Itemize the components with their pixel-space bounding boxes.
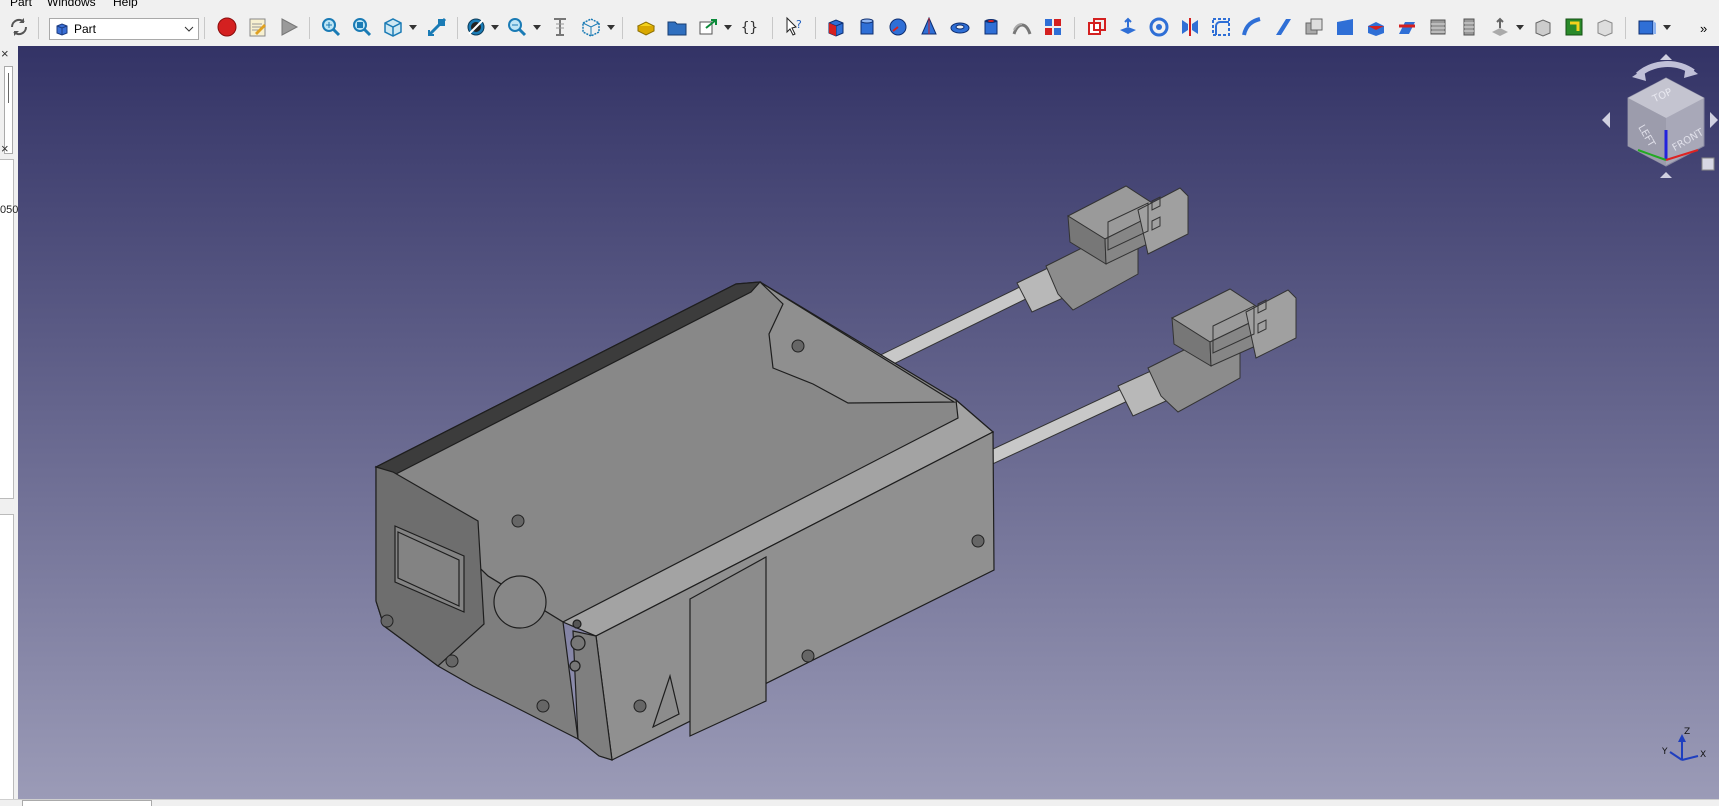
expression-icon[interactable]: {} (738, 14, 764, 40)
thickness-icon[interactable] (1487, 14, 1513, 40)
torus-icon[interactable] (947, 14, 973, 40)
svg-text:{}: {} (741, 20, 758, 36)
part-workbench-icon (55, 22, 69, 39)
close-icon[interactable]: × (1, 46, 9, 61)
chevron-down-icon[interactable] (1515, 14, 1524, 40)
workbench-selector-label: Part (74, 22, 97, 36)
axis-x-label: X (1700, 750, 1706, 760)
sweep-icon[interactable] (1363, 14, 1389, 40)
chevron-down-icon[interactable] (408, 14, 417, 40)
menu-help[interactable]: Help (113, 0, 138, 8)
projection-icon[interactable] (1530, 14, 1556, 40)
macro-run-icon[interactable] (276, 14, 302, 40)
compound-icon[interactable] (1561, 14, 1587, 40)
loft-icon[interactable] (1332, 14, 1358, 40)
navigation-cube[interactable]: TOP LEFT FRONT (1598, 50, 1718, 180)
whats-this-icon[interactable]: ? (782, 14, 808, 40)
refresh-icon[interactable] (6, 14, 32, 40)
fit-all-icon[interactable] (318, 14, 344, 40)
axis-triad: Z X Y (1660, 726, 1714, 776)
menu-part[interactable]: Part (10, 0, 32, 8)
tube-icon[interactable] (978, 14, 1004, 40)
cone-icon[interactable] (916, 14, 942, 40)
fit-selection-icon[interactable] (349, 14, 375, 40)
check-geometry-icon[interactable] (1592, 14, 1618, 40)
main-toolbar: Part {} ? » (0, 8, 1719, 47)
fillet-icon[interactable] (1208, 14, 1234, 40)
chevron-down-icon[interactable] (532, 14, 541, 40)
axis-y-label: Y (1661, 747, 1668, 757)
toolbar-overflow-button[interactable]: » (1700, 21, 1707, 36)
cad-model[interactable] (18, 46, 1719, 799)
menu-bar: Part Windows Help (0, 0, 1719, 8)
chamfer-icon[interactable] (1239, 14, 1265, 40)
chevron-down-icon[interactable] (1662, 14, 1671, 40)
report-panel (0, 514, 14, 805)
measure-icon[interactable] (424, 14, 450, 40)
ruled-surface-icon[interactable] (1301, 14, 1327, 40)
section-icon[interactable] (1394, 14, 1420, 40)
sphere-icon[interactable] (885, 14, 911, 40)
chevron-down-icon[interactable] (723, 14, 732, 40)
mirror-icon[interactable] (1177, 14, 1203, 40)
close-icon[interactable]: × (1, 141, 9, 156)
extrude-icon[interactable] (1115, 14, 1141, 40)
offset-icon[interactable] (1456, 14, 1482, 40)
menu-windows[interactable]: Windows (47, 0, 96, 8)
axis-z-label: Z (1684, 727, 1690, 737)
clipping-plane-icon[interactable] (547, 14, 573, 40)
revolve-icon[interactable] (1146, 14, 1172, 40)
macro-record-icon[interactable] (214, 14, 240, 40)
cylinder-icon[interactable] (854, 14, 880, 40)
usb-cable-lower (977, 288, 1297, 469)
shape-builder-icon[interactable] (1040, 14, 1066, 40)
bounding-box-icon[interactable] (578, 14, 604, 40)
part-icon[interactable] (633, 14, 659, 40)
draw-style-icon[interactable] (463, 14, 489, 40)
document-tab[interactable] (22, 800, 152, 806)
usb-cable-upper (857, 185, 1189, 379)
make-face-icon[interactable] (1270, 14, 1296, 40)
link-icon[interactable] (695, 14, 721, 40)
box-selection-icon[interactable] (1634, 14, 1660, 40)
view-isometric-icon[interactable] (380, 14, 406, 40)
property-value-fragment: 050 (0, 204, 18, 216)
chevron-down-icon (184, 23, 194, 37)
group-icon[interactable] (664, 14, 690, 40)
cross-sections-icon[interactable] (1425, 14, 1451, 40)
macro-edit-icon[interactable] (245, 14, 271, 40)
zoom-box-icon[interactable] (504, 14, 530, 40)
workbench-selector[interactable]: Part (49, 18, 199, 40)
primitives-icon[interactable] (1009, 14, 1035, 40)
cube-icon[interactable] (823, 14, 849, 40)
3d-viewport[interactable]: TOP LEFT FRONT Z X Y (18, 46, 1719, 799)
left-panel-strip: × × 050 (0, 46, 18, 805)
chevron-down-icon[interactable] (490, 14, 499, 40)
chevron-down-icon[interactable] (606, 14, 615, 40)
boolean-icon[interactable] (1084, 14, 1110, 40)
svg-text:?: ? (796, 18, 802, 31)
